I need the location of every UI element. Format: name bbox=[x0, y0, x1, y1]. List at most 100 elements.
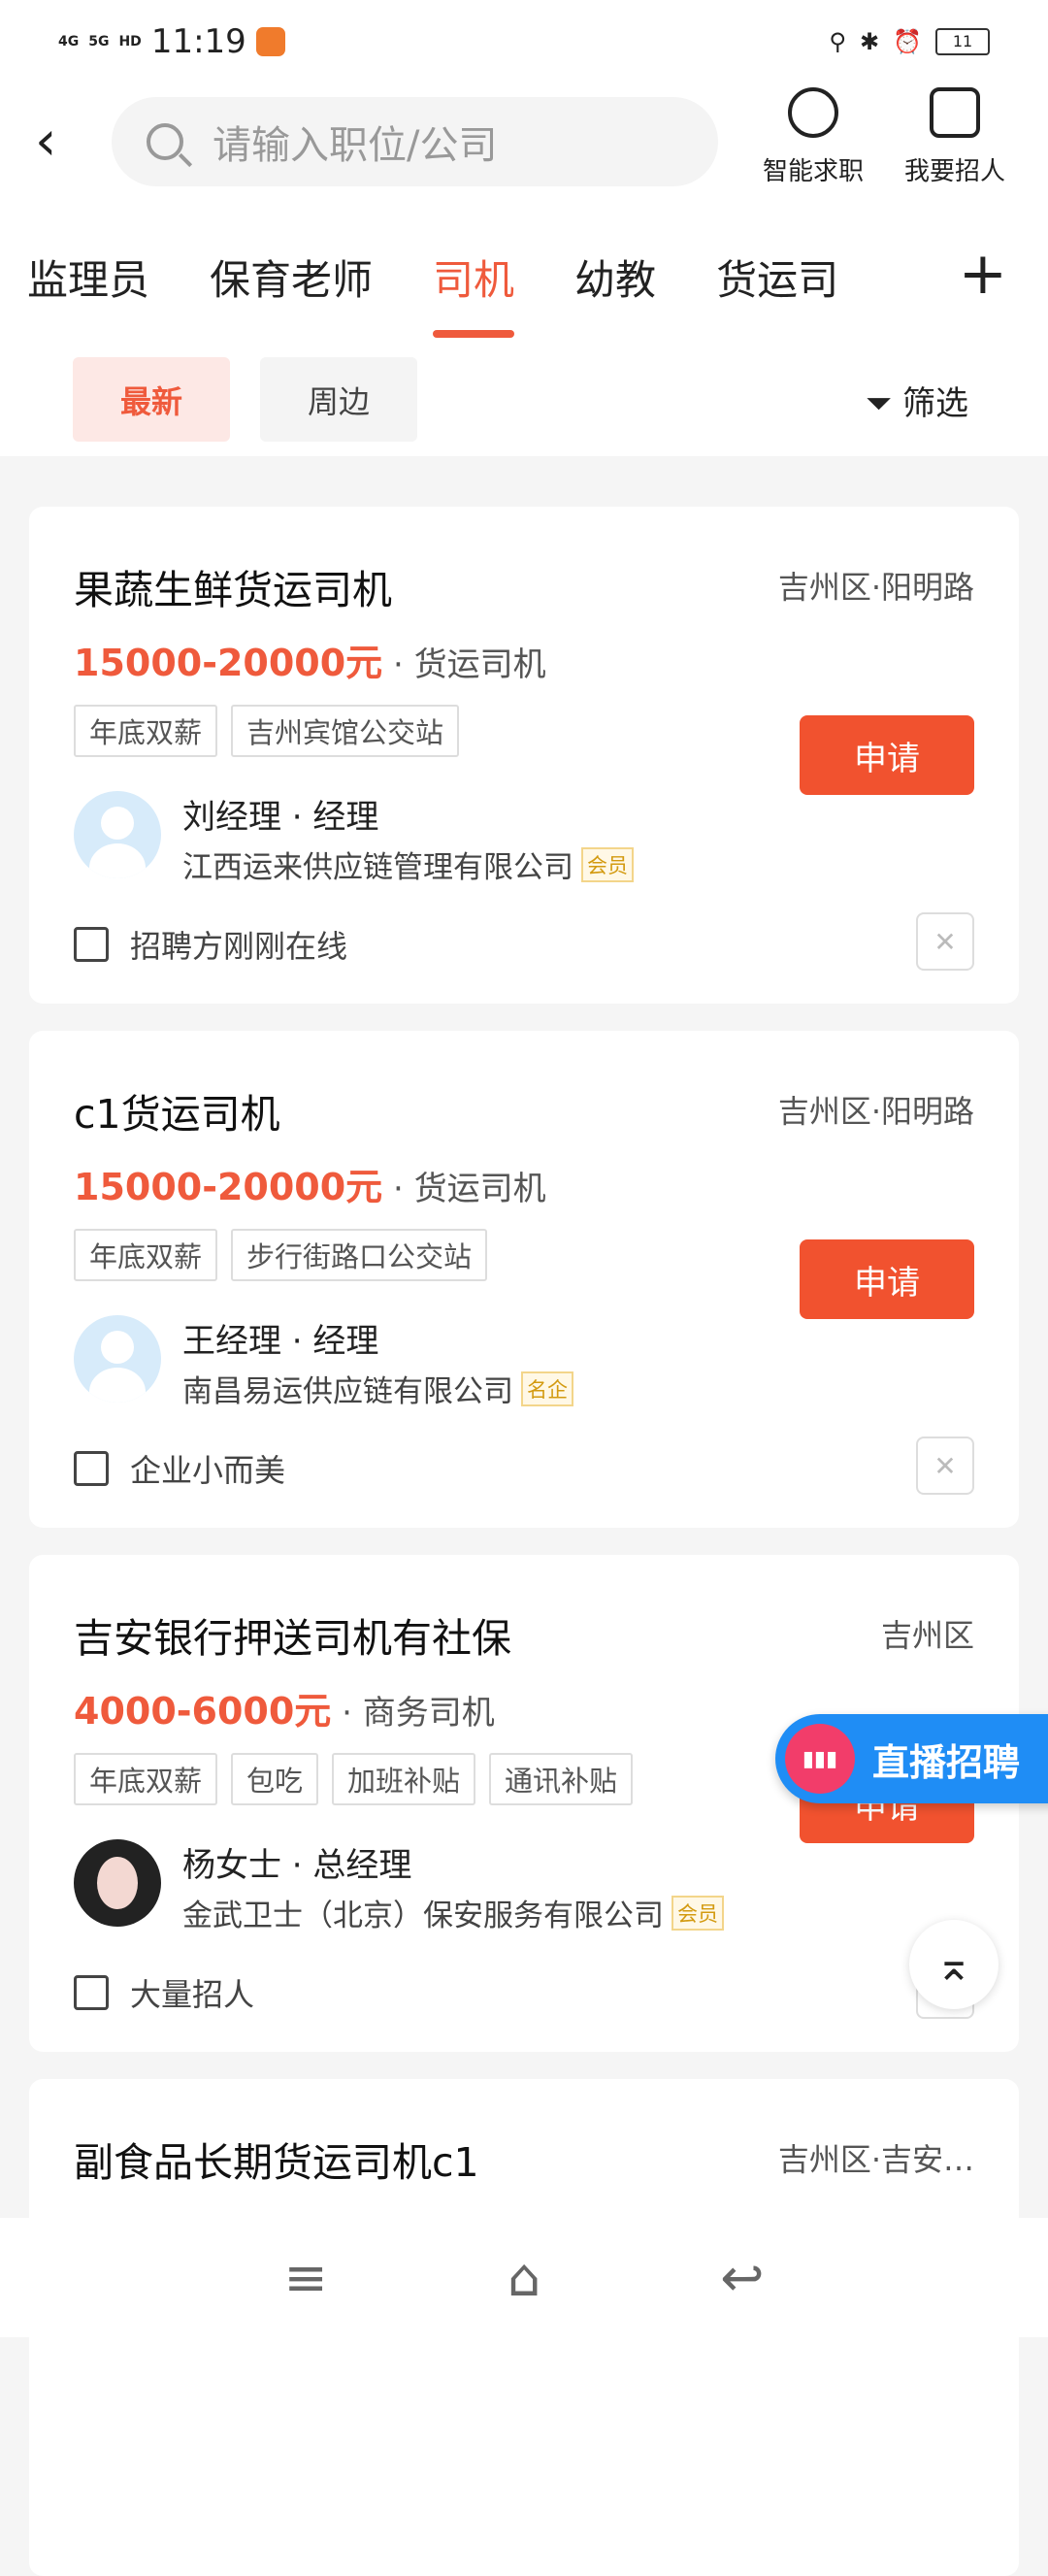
cube-icon bbox=[74, 1451, 109, 1486]
alarm-icon: ⏰ bbox=[893, 28, 922, 55]
company-name: 江西运来供应链管理有限公司 bbox=[182, 850, 573, 885]
chip-nearby[interactable]: 周边 bbox=[260, 357, 417, 442]
tag: 年底双薪 bbox=[74, 1753, 218, 1805]
tab-0[interactable]: 监理员 bbox=[27, 248, 149, 307]
filter-button[interactable]: ⏷ 筛选 bbox=[866, 377, 968, 424]
job-title[interactable]: c1货运司机 bbox=[74, 1081, 280, 1139]
job-location: 吉州区·阳明路 bbox=[777, 569, 974, 606]
tab-2[interactable]: 司机 bbox=[433, 248, 515, 338]
salary-line: 4000-6000元 · 商务司机 bbox=[74, 1681, 495, 1734]
tag: 年底双薪 bbox=[74, 1229, 218, 1281]
job-category: 货运司机 bbox=[413, 645, 546, 684]
ai-job-search-button[interactable]: 智能求职 bbox=[755, 87, 871, 187]
company-line: 金武卫士（北京）保安服务有限公司 会员 bbox=[182, 1891, 724, 1934]
filter-label: 筛选 bbox=[902, 384, 968, 423]
job-location: 吉州区·吉安… bbox=[777, 2141, 974, 2178]
search-placeholder: 请输入职位/公司 bbox=[213, 123, 498, 168]
card-footer: 招聘方刚刚在线 bbox=[74, 922, 347, 967]
home-icon[interactable]: ⌂ bbox=[508, 2247, 540, 2308]
salary: 4000-6000元 bbox=[74, 1690, 332, 1733]
location-icon: ⚲ bbox=[829, 28, 846, 55]
job-title[interactable]: 吉安银行押送司机有社保 bbox=[74, 1605, 511, 1664]
avatar bbox=[74, 1839, 161, 1927]
system-nav-bar: ≡ ⌂ ↩ bbox=[0, 2218, 1048, 2337]
company-badge: 会员 bbox=[581, 846, 634, 882]
job-location: 吉州区 bbox=[880, 1617, 974, 1654]
separator: · bbox=[382, 1170, 414, 1208]
job-card[interactable]: c1货运司机 吉州区·阳明路 15000-20000元 · 货运司机 年底双薪 步行街路… bbox=[29, 1031, 1019, 1528]
salary: 15000-20000元 bbox=[74, 1166, 383, 1208]
dismiss-button[interactable]: ✕ bbox=[916, 1437, 974, 1495]
ai-job-search-label: 智能求职 bbox=[762, 157, 864, 186]
back-button[interactable]: ‹ bbox=[35, 115, 56, 169]
job-card[interactable]: 果蔬生鲜货运司机 吉州区·阳明路 15000-20000元 · 货运司机 年底双薪 吉州… bbox=[29, 507, 1019, 1004]
footer-text: 大量招人 bbox=[130, 1976, 255, 2013]
job-location: 吉州区·阳明路 bbox=[777, 1093, 974, 1130]
chat-icon bbox=[74, 927, 109, 962]
recruit-button[interactable]: 我要招人 bbox=[897, 87, 1013, 187]
tag-list: 年底双薪 步行街路口公交站 bbox=[74, 1229, 488, 1281]
search-icon bbox=[147, 123, 183, 160]
hd-icon: HD bbox=[118, 34, 142, 50]
job-card[interactable]: 吉安银行押送司机有社保 吉州区 4000-6000元 · 商务司机 年底双薪 包吃 加班补… bbox=[29, 1555, 1019, 2052]
recruiter-name: 刘经理 · 经理 bbox=[182, 798, 379, 837]
company-line: 江西运来供应链管理有限公司 会员 bbox=[182, 842, 634, 886]
category-tabs: 监理员 保育老师 司机 幼教 货运司 bbox=[27, 243, 1048, 338]
recruit-label: 我要招人 bbox=[903, 157, 1005, 186]
tab-4[interactable]: 货运司 bbox=[716, 248, 838, 307]
salary: 15000-20000元 bbox=[74, 642, 383, 684]
separator: · bbox=[382, 645, 414, 684]
apply-button[interactable]: 申请 bbox=[800, 1239, 974, 1319]
tag-list: 年底双薪 吉州宾馆公交站 bbox=[74, 705, 460, 757]
tag-list: 年底双薪 包吃 加班补贴 通讯补贴 bbox=[74, 1753, 634, 1805]
company-badge: 会员 bbox=[671, 1895, 724, 1931]
live-bars-icon: ▮▮▮ bbox=[785, 1724, 855, 1794]
tag: 吉州宾馆公交站 bbox=[231, 705, 460, 757]
menu-icon[interactable]: ≡ bbox=[284, 2247, 328, 2308]
job-category: 货运司机 bbox=[413, 1170, 546, 1208]
company-name: 南昌易运供应链有限公司 bbox=[182, 1374, 513, 1409]
tab-3[interactable]: 幼教 bbox=[574, 248, 656, 307]
recruiter-name: 王经理 · 经理 bbox=[182, 1322, 379, 1361]
job-title[interactable]: 副食品长期货运司机c1 bbox=[74, 2130, 479, 2188]
tag: 通讯补贴 bbox=[489, 1753, 634, 1805]
briefcase-icon bbox=[930, 87, 980, 138]
clock: 11:19 bbox=[150, 22, 246, 61]
back-nav-icon[interactable]: ↩ bbox=[720, 2247, 764, 2308]
company-name: 金武卫士（北京）保安服务有限公司 bbox=[182, 1899, 664, 1933]
card-footer: 企业小而美 bbox=[74, 1446, 285, 1491]
signal-4g-icon: 4G bbox=[58, 34, 80, 50]
robot-icon bbox=[788, 87, 838, 138]
battery-icon: 11 bbox=[935, 28, 990, 55]
job-title[interactable]: 果蔬生鲜货运司机 bbox=[74, 557, 392, 615]
dismiss-button[interactable]: ✕ bbox=[916, 912, 974, 971]
bluetooth-icon: ✱ bbox=[860, 28, 880, 55]
document-icon bbox=[74, 1975, 109, 2010]
salary-line: 15000-20000元 · 货运司机 bbox=[74, 633, 546, 686]
tag: 步行街路口公交站 bbox=[231, 1229, 488, 1281]
chip-latest[interactable]: 最新 bbox=[73, 357, 230, 442]
avatar bbox=[74, 791, 161, 878]
tag: 加班补贴 bbox=[332, 1753, 476, 1805]
avatar bbox=[74, 1315, 161, 1403]
footer-text: 企业小而美 bbox=[130, 1452, 286, 1489]
tab-1[interactable]: 保育老师 bbox=[210, 248, 373, 307]
signal-5g-icon: 5G bbox=[88, 34, 110, 50]
add-tab-icon[interactable]: + bbox=[959, 245, 1007, 303]
card-footer: 大量招人 bbox=[74, 1970, 254, 2015]
live-label: 直播招聘 bbox=[872, 1740, 1021, 1784]
separator: · bbox=[331, 1694, 363, 1733]
header-area: 4G 5G HD 11:19 ⚲ ✱ ⏰ 11 ‹ 请输入职位/公司 智能求职 … bbox=[0, 0, 1048, 456]
status-bar: 4G 5G HD 11:19 ⚲ ✱ ⏰ 11 bbox=[58, 17, 990, 66]
filter-icon: ⏷ bbox=[865, 384, 893, 423]
tag: 包吃 bbox=[231, 1753, 319, 1805]
salary-line: 15000-20000元 · 货运司机 bbox=[74, 1157, 546, 1210]
job-category: 商务司机 bbox=[362, 1694, 495, 1733]
footer-text: 招聘方刚刚在线 bbox=[130, 928, 348, 965]
apply-button[interactable]: 申请 bbox=[800, 715, 974, 795]
company-line: 南昌易运供应链有限公司 名企 bbox=[182, 1367, 573, 1410]
app-notification-icon bbox=[255, 27, 285, 56]
scroll-to-top-button[interactable]: ⌅ bbox=[909, 1920, 999, 2009]
search-input[interactable]: 请输入职位/公司 bbox=[112, 97, 718, 186]
live-recruit-button[interactable]: ▮▮▮ 直播招聘 bbox=[775, 1714, 1048, 1803]
